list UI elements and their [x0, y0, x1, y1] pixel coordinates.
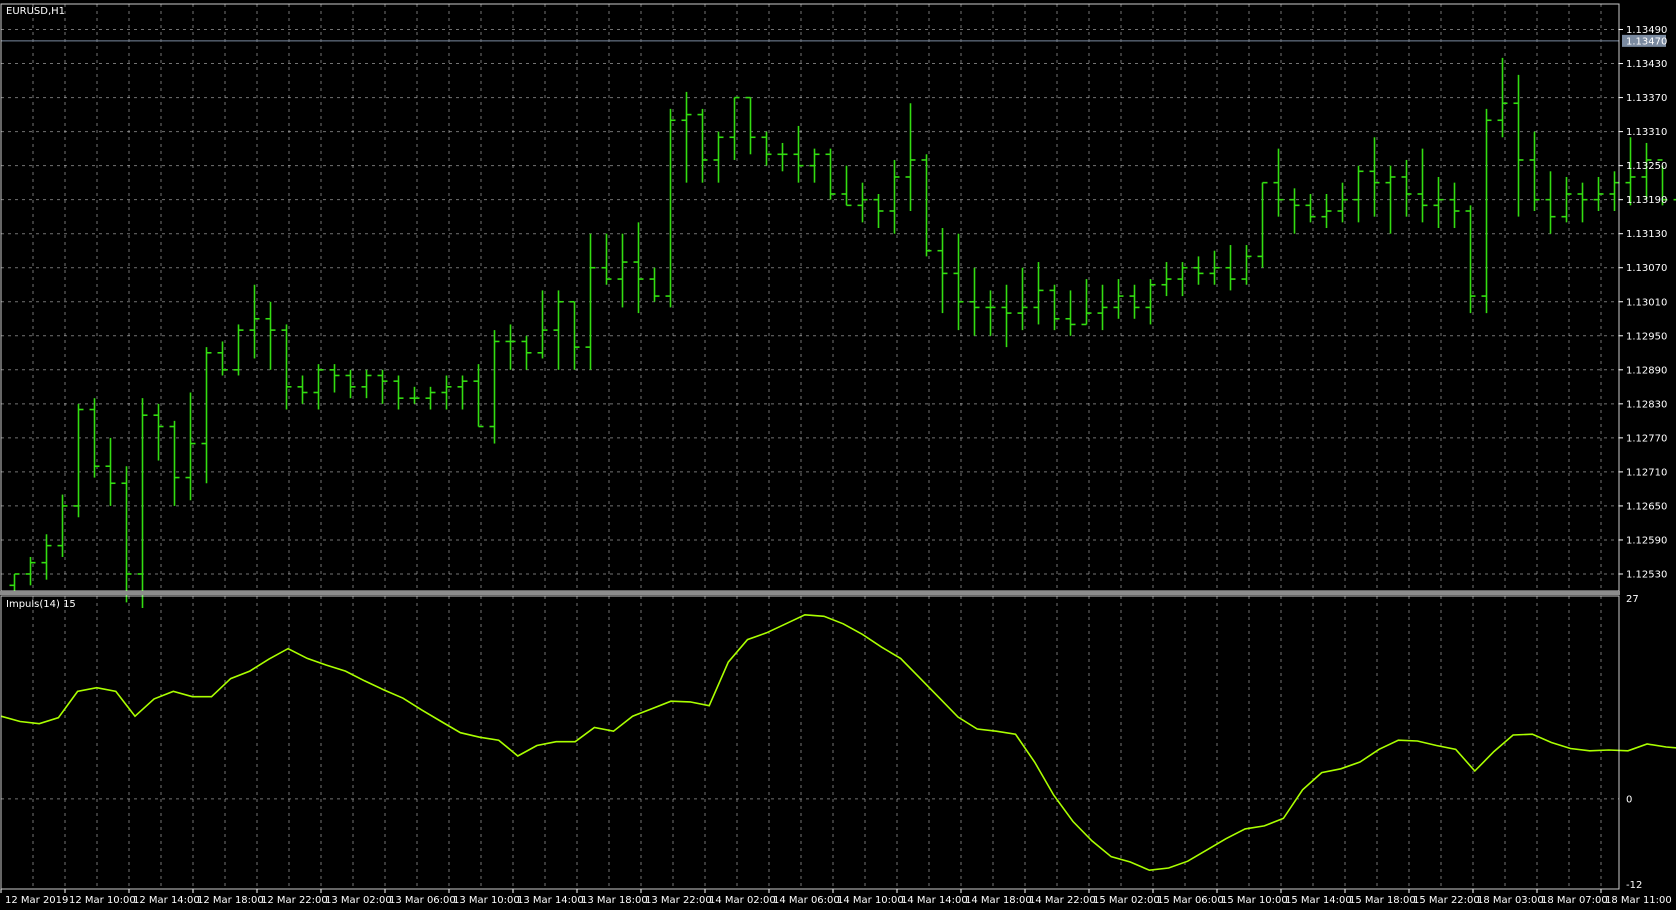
x-tick-label: 15 Mar 02:00	[1093, 895, 1160, 906]
price-tick-label: 1.12590	[1626, 535, 1667, 546]
x-tick-label: 14 Mar 02:00	[709, 895, 776, 906]
x-tick-label: 12 Mar 14:00	[133, 895, 200, 906]
price-tick-label: 1.13190	[1626, 195, 1667, 206]
x-tick-label: 18 Mar 11:00	[1605, 895, 1672, 906]
price-tick-label: 1.12770	[1626, 433, 1667, 444]
x-tick-label: 14 Mar 22:00	[1029, 895, 1096, 906]
x-tick-label: 18 Mar 07:00	[1541, 895, 1608, 906]
x-tick-label: 14 Mar 14:00	[901, 895, 968, 906]
x-tick-label: 15 Mar 06:00	[1157, 895, 1224, 906]
price-tick-label: 1.13310	[1626, 127, 1667, 138]
price-tick-label: 1.13130	[1626, 229, 1667, 240]
x-tick-label: 14 Mar 18:00	[965, 895, 1032, 906]
chart-title: EURUSD,H1	[6, 6, 65, 17]
x-tick-label: 12 Mar 22:00	[261, 895, 328, 906]
x-tick-label: 15 Mar 22:00	[1413, 895, 1480, 906]
indicator-title: Impuls(14) 15	[6, 599, 76, 610]
price-tick-label: 1.12710	[1626, 467, 1667, 478]
current-price-label: 1.13470	[1626, 36, 1667, 47]
pane-separator[interactable]	[0, 591, 1620, 595]
x-tick-label: 12 Mar 18:00	[197, 895, 264, 906]
price-tick-label: 1.13070	[1626, 263, 1667, 274]
price-tick-label: 1.13370	[1626, 93, 1667, 104]
x-tick-label: 13 Mar 10:00	[453, 895, 520, 906]
price-tick-label: 1.13430	[1626, 59, 1667, 70]
price-tick-label: 1.12650	[1626, 501, 1667, 512]
price-tick-label: 1.13490	[1626, 25, 1667, 36]
price-tick-label: 1.12950	[1626, 331, 1667, 342]
price-tick-label: 1.13250	[1626, 161, 1667, 172]
x-tick-label: 13 Mar 06:00	[389, 895, 456, 906]
x-tick-label: 12 Mar 10:00	[69, 895, 136, 906]
indicator-tick-label: -12	[1626, 880, 1642, 891]
price-tick-label: 1.12830	[1626, 399, 1667, 410]
x-tick-label: 12 Mar 2019	[5, 895, 68, 906]
x-tick-label: 14 Mar 06:00	[773, 895, 840, 906]
x-tick-label: 14 Mar 10:00	[837, 895, 904, 906]
chart-canvas: 12 Mar 2019 12 Mar 10:0012 Mar 14:0012 Ma…	[0, 0, 1676, 910]
x-tick-label: 18 Mar 03:00	[1477, 895, 1544, 906]
price-tick-label: 1.13010	[1626, 297, 1667, 308]
indicator-tick-label: 0	[1626, 794, 1632, 805]
x-tick-label: 15 Mar 14:00	[1285, 895, 1352, 906]
x-tick-label: 15 Mar 10:00	[1221, 895, 1288, 906]
x-tick-label: 13 Mar 22:00	[645, 895, 712, 906]
indicator-tick-label: 27	[1626, 594, 1639, 605]
x-tick-label: 13 Mar 02:00	[325, 895, 392, 906]
x-tick-label: 13 Mar 18:00	[581, 895, 648, 906]
x-tick-label: 15 Mar 18:00	[1349, 895, 1416, 906]
x-tick-label: 13 Mar 14:00	[517, 895, 584, 906]
price-tick-label: 1.12530	[1626, 569, 1667, 580]
price-tick-label: 1.12890	[1626, 365, 1667, 376]
chart-background	[0, 0, 1676, 910]
